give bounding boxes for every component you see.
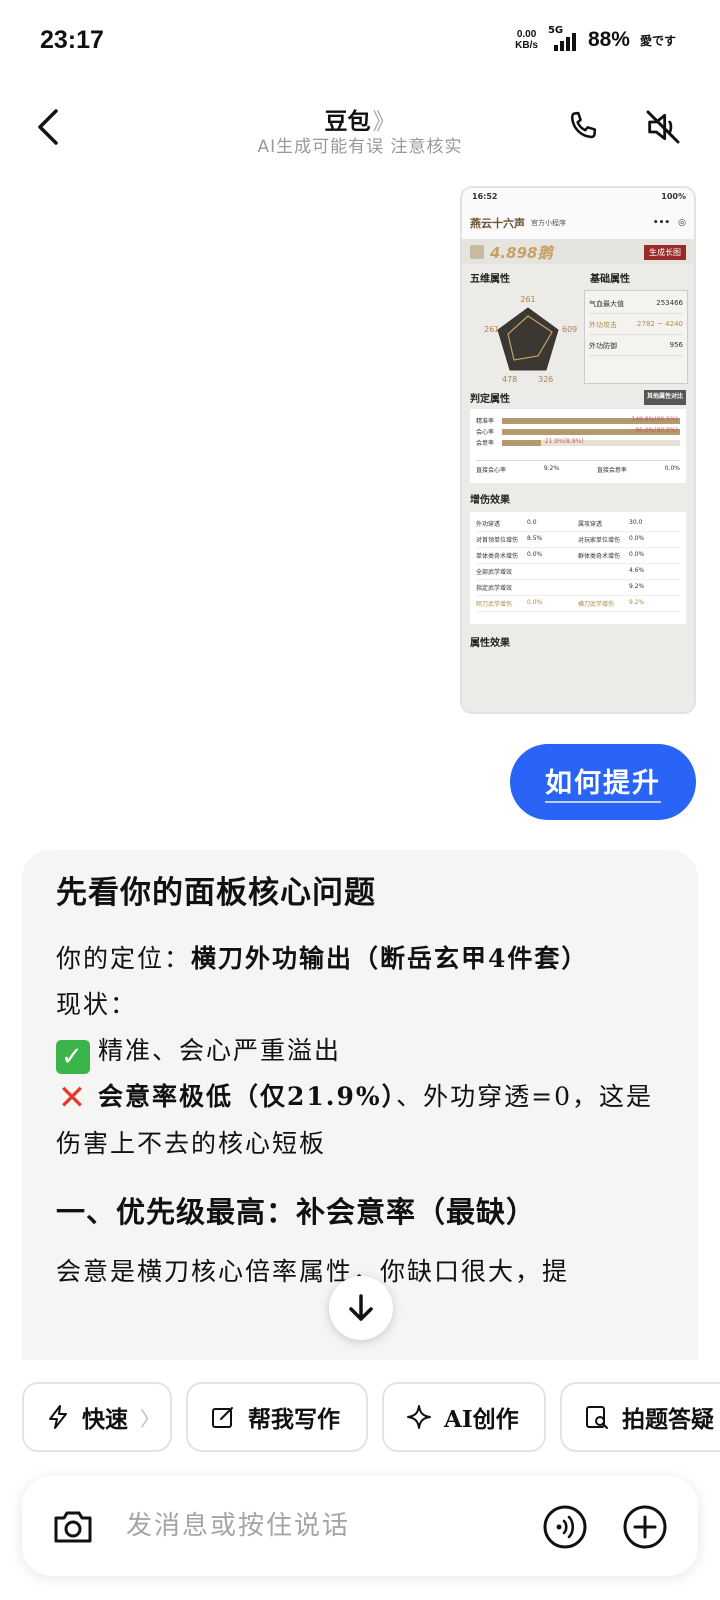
- ai-disclaimer: AI生成可能有误 注意核实: [257, 137, 463, 157]
- svg-text:478: 478: [502, 375, 517, 384]
- damage-row: 单体类奇术增伤 0.0% 群体类奇术增伤 0.0%: [476, 548, 680, 564]
- judge-bar-row: 会心率 96.0%(80.0%): [476, 426, 680, 436]
- speaker-off-icon: [646, 110, 680, 144]
- camera-button[interactable]: [48, 1502, 98, 1552]
- generate-image-tag: 生成长图: [644, 244, 686, 260]
- ai-heading: 先看你的面板核心问题: [56, 875, 376, 911]
- chip-quick[interactable]: 快速〉: [22, 1382, 172, 1452]
- section1-heading: 一、优先级最高：补会意率（最缺）: [56, 1195, 537, 1229]
- ai-body: 你的定位：横刀外功输出（断岳玄甲4件套） 现状： ✓ 精准、会心严重溢出 ✕ 会意率…: [56, 936, 664, 1167]
- attachment-appbar: 燕云十六声 官方小程序 ••• ◎: [462, 206, 694, 240]
- arrow-down-icon: [349, 1294, 373, 1321]
- voice-button[interactable]: [540, 1502, 590, 1552]
- position-line: 你的定位：横刀外功输出（断岳玄甲4件套）: [56, 944, 589, 973]
- battery-level: 88%: [587, 28, 630, 51]
- attachment-time: 16:52: [472, 192, 498, 201]
- radar-chart: 261 261 609 478 326: [484, 295, 577, 384]
- attachment-goose-row: 4.898鹅 生成长图: [462, 240, 694, 264]
- attachment-app-logo: 燕云十六声: [470, 216, 525, 230]
- phone-call-button[interactable]: [560, 102, 606, 152]
- plus-button[interactable]: [620, 1502, 670, 1552]
- basic-row: 气血最大值 253466: [589, 293, 683, 314]
- damage-panel: 外功穿透 0.0 属攻穿透 30.0 对首领单位增伤 8.5% 对玩家单位增伤 0.0% 单…: [470, 512, 686, 624]
- chevron-right-icon: 〉: [140, 1406, 160, 1431]
- svg-text:326: 326: [538, 375, 553, 384]
- damage-heading: 增伤效果: [470, 495, 510, 506]
- chip-ai-create[interactable]: AI创作: [382, 1382, 546, 1452]
- judge-heading: 判定属性 其他属性对比: [470, 390, 686, 405]
- damage-row: 指定武学增效 9.2%: [476, 580, 680, 596]
- avatar: [470, 245, 484, 259]
- sparkle-icon: [407, 1405, 431, 1429]
- five-dim-heading: 五维属性: [470, 274, 510, 285]
- attachment-body: 五维属性 基础属性 261 261 609 478 326 气血最大值 25346…: [462, 264, 694, 712]
- camera-icon: [54, 1511, 92, 1543]
- judge-bar-row: 会意率 21.9%(8.9%): [476, 437, 680, 448]
- judge-bar-fill: [502, 439, 542, 446]
- scroll-to-bottom-button[interactable]: [329, 1276, 393, 1340]
- damage-row: 全部武学增效 4.6%: [476, 564, 680, 580]
- user-message-bubble[interactable]: 如何提升: [510, 744, 696, 820]
- bad-point: ✕ 会意率极低（仅21.9%）、外功穿透=0，这是伤害上不去的核心短板: [56, 1074, 664, 1167]
- cross-icon: ✕: [57, 1078, 89, 1118]
- svg-text:609: 609: [562, 325, 577, 334]
- status-indicators: 0.00 KB/s 5G 88% 愛です: [515, 25, 676, 52]
- attachment-status-bar: 16:52 100%: [462, 188, 694, 206]
- judge-sub-row: 直接会心率 9.2% 直接会意率 0.0%: [476, 460, 680, 474]
- attachment-capsule: ••• ◎: [652, 217, 686, 228]
- signal-icon: 5G: [548, 25, 578, 51]
- message-input[interactable]: [126, 1498, 506, 1554]
- plus-icon: [623, 1505, 667, 1549]
- network-speed-unit: KB/s: [515, 40, 538, 51]
- status-time: 23:17: [40, 26, 104, 54]
- voice-wave-icon: [543, 1505, 587, 1549]
- lightning-icon: [49, 1405, 67, 1429]
- basic-heading: 基础属性: [590, 274, 630, 285]
- chip-help-write[interactable]: 帮我写作: [186, 1382, 368, 1452]
- attr-effect-heading: 属性效果: [470, 638, 510, 649]
- position-value: 横刀外功输出（断岳玄甲4件套）: [191, 944, 589, 973]
- quick-action-chips: 快速〉 帮我写作 AI创作 拍题答疑: [22, 1382, 720, 1452]
- chat-header: 豆包》 AI生成可能有误 注意核实: [0, 96, 720, 160]
- carrier-label: 愛です: [639, 33, 676, 48]
- status-bar: 23:17 0.00 KB/s 5G 88% 愛です: [0, 0, 720, 86]
- attachment-official-tag: 官方小程序: [531, 218, 566, 227]
- network-type: 5G: [547, 25, 564, 36]
- basic-row: 外功攻击 2782 ~ 4240: [589, 314, 683, 335]
- svg-text:261: 261: [520, 295, 535, 304]
- goose-value: 4.898鹅: [490, 243, 553, 262]
- attachment-battery: 100%: [661, 192, 686, 201]
- attachment-attributes-area: 五维属性 基础属性 261 261 609 478 326 气血最大值 25346…: [470, 270, 688, 388]
- good-point: ✓ 精准、会心严重溢出: [56, 1028, 664, 1074]
- speaker-off-button[interactable]: [640, 102, 686, 152]
- basic-attributes-panel: 气血最大值 253466 外功攻击 2782 ~ 4240 外功防御 956: [584, 290, 688, 384]
- judge-attributes-panel: 精准率 149.8%(99.5%) 会心率 96.0%(80.0%) 会意率 21.9…: [470, 409, 686, 483]
- edit-icon: [212, 1407, 233, 1428]
- chip-photo-question[interactable]: 拍题答疑: [560, 1382, 720, 1452]
- network-speed-value: 0.00: [516, 29, 537, 40]
- check-icon: ✓: [56, 1040, 90, 1074]
- svg-text:261: 261: [484, 325, 499, 334]
- damage-row: 外功穿透 0.0 属攻穿透 30.0: [476, 516, 680, 532]
- message-input-bar: [22, 1476, 698, 1576]
- phone-icon: [570, 111, 597, 139]
- status-line: 现状：: [56, 990, 138, 1019]
- judge-bar-row: 精准率 149.8%(99.5%): [476, 415, 680, 425]
- user-message-text: 如何提升: [545, 761, 661, 803]
- scan-question-icon: [586, 1406, 608, 1429]
- damage-row: 陌刀武学增伤 0.0% 横刀武学增伤 9.2%: [476, 596, 680, 612]
- basic-row: 外功防御 956: [589, 335, 683, 356]
- network-speed: 0.00 KB/s: [515, 29, 538, 51]
- chat-title[interactable]: 豆包》: [0, 102, 720, 136]
- attached-screenshot-image[interactable]: 16:52 100% 燕云十六声 官方小程序 ••• ◎ 4.898鹅 生成长图 …: [460, 186, 696, 714]
- damage-row: 对首领单位增伤 8.5% 对玩家单位增伤 0.0%: [476, 532, 680, 548]
